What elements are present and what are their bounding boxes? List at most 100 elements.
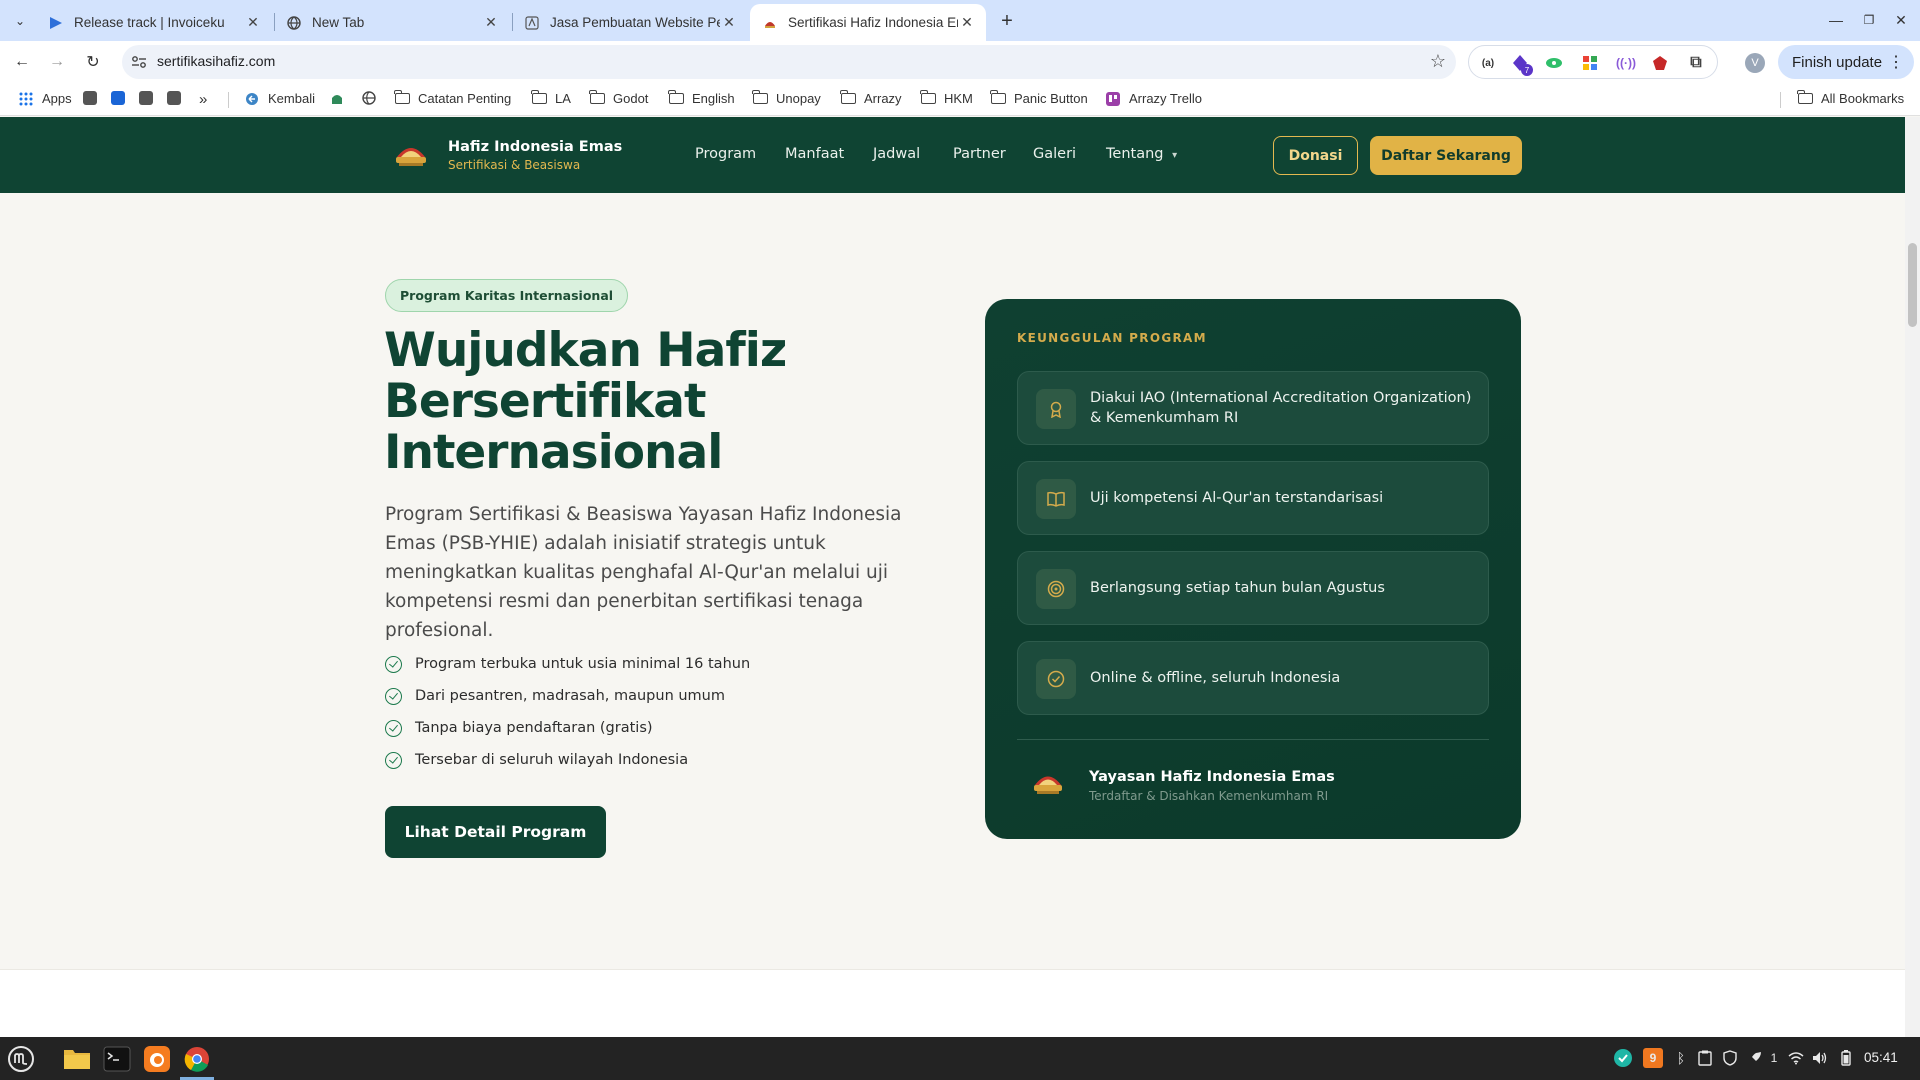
bookmark-star-icon[interactable]: ☆ (1430, 51, 1446, 72)
bookmark-panic-button[interactable]: Panic Button (989, 90, 1088, 106)
files-folder-icon[interactable] (60, 1042, 94, 1076)
profile-avatar[interactable]: V (1745, 53, 1765, 73)
bookmark-unopay[interactable]: Unopay (751, 90, 821, 106)
page-scrollbar[interactable] (1905, 117, 1920, 1037)
scrollbar-thumb[interactable] (1908, 243, 1917, 327)
donasi-button[interactable]: Donasi (1273, 136, 1358, 175)
brand-title[interactable]: Hafiz Indonesia Emas (448, 139, 622, 155)
folder-icon (919, 90, 936, 106)
hero-bullet-list: Program terbuka untuk usia minimal 16 ta… (385, 648, 750, 776)
bullet-item: Tersebar di seluruh wilayah Indonesia (385, 744, 750, 776)
clipboard-icon[interactable] (1695, 1048, 1715, 1068)
folder-icon (751, 90, 768, 106)
bookmark-kembali[interactable]: Kembali (244, 91, 315, 106)
feature-item: Online & offline, seluruh Indonesia (1017, 641, 1489, 715)
bluetooth-icon[interactable]: ᛒ (1671, 1048, 1691, 1068)
mosque-icon (329, 91, 345, 105)
nav-program[interactable]: Program (695, 146, 756, 162)
daftar-sekarang-button[interactable]: Daftar Sekarang (1370, 136, 1522, 175)
notification-count-badge[interactable]: 9 (1643, 1048, 1663, 1068)
bookmark-apps[interactable]: Apps (18, 91, 72, 106)
tab-title: New Tab (312, 15, 365, 30)
close-tab-icon[interactable]: ✕ (482, 14, 500, 32)
clock[interactable]: 05:41 (1864, 1050, 1898, 1065)
bookmark-hkm[interactable]: HKM (919, 90, 973, 106)
bookmark-gray-3[interactable] (167, 91, 181, 105)
chrome-icon[interactable] (180, 1042, 214, 1076)
update-manager-icon[interactable] (1613, 1048, 1633, 1068)
next-section (0, 969, 1905, 1037)
bookmark-arrazy-trello[interactable]: Arrazy Trello (1105, 91, 1202, 106)
bookmark-all-bookmarks[interactable]: All Bookmarks (1796, 90, 1904, 106)
bookmark-gray-2[interactable] (139, 91, 153, 105)
close-tab-icon[interactable]: ✕ (720, 14, 738, 32)
nav-galeri[interactable]: Galeri (1033, 146, 1076, 162)
extension-wave-icon[interactable]: ((·)) (1616, 54, 1636, 72)
reload-icon[interactable]: ↻ (81, 50, 105, 74)
tab-jasa-pembuatan[interactable]: Jasa Pembuatan Website Pe ✕ (512, 4, 748, 41)
nav-partner[interactable]: Partner (953, 146, 1006, 162)
close-tab-icon[interactable]: ✕ (244, 14, 262, 32)
forward-icon[interactable]: → (45, 50, 69, 74)
nav-jadwal[interactable]: Jadwal (873, 146, 920, 162)
program-badge: Program Karitas Internasional (385, 279, 629, 312)
bookmark-gray-1[interactable] (83, 91, 97, 105)
check-circle-icon (385, 655, 402, 673)
site-info-icon[interactable] (130, 53, 148, 71)
battery-icon[interactable] (1836, 1048, 1856, 1068)
finish-update-button[interactable]: Finish update ⋮ (1778, 45, 1914, 79)
kebab-menu-icon[interactable]: ⋮ (1888, 52, 1904, 72)
bookmark-globe[interactable] (361, 91, 385, 105)
bookmark-catatan-penting[interactable]: Catatan Penting (393, 90, 511, 106)
address-bar[interactable]: sertifikasihafiz.com ☆ (122, 45, 1456, 79)
extension-pinwheel-icon[interactable] (1581, 54, 1599, 72)
bookmark-english[interactable]: English (667, 90, 735, 106)
extension-red-icon[interactable] (1651, 54, 1669, 72)
terminal-icon[interactable] (100, 1042, 134, 1076)
wifi-icon[interactable] (1786, 1048, 1806, 1068)
close-tab-icon[interactable]: ✕ (958, 14, 976, 32)
volume-icon[interactable] (1810, 1048, 1830, 1068)
nav-tentang[interactable]: Tentang ▾ (1106, 146, 1177, 162)
bookmark-arrazy[interactable]: Arrazy (839, 90, 902, 106)
new-tab-button[interactable]: + (994, 8, 1020, 34)
close-window-icon[interactable]: ✕ (1889, 8, 1913, 32)
firefox-icon[interactable] (140, 1042, 174, 1076)
bookmark-godot[interactable]: Godot (588, 90, 648, 106)
nav-tentang-label: Tentang (1106, 146, 1164, 162)
kembali-icon (244, 92, 260, 106)
extension-bracket-icon[interactable]: (a) (1479, 54, 1497, 72)
rocket-icon[interactable] (1745, 1048, 1765, 1068)
check-circle-icon (1036, 659, 1076, 699)
bullet-item: Tanpa biaya pendaftaran (gratis) (385, 712, 750, 744)
feature-text: Uji kompetensi Al-Qur'an terstandarisasi (1090, 490, 1384, 506)
tab-release-track[interactable]: Release track | Invoiceku ✕ (36, 4, 272, 41)
back-icon[interactable]: ← (10, 50, 34, 74)
mint-menu-icon[interactable] (4, 1042, 38, 1076)
bookmark-label: Apps (42, 91, 72, 106)
bookmark-blue[interactable] (111, 91, 125, 105)
feature-text: Berlangsung setiap tahun bulan Agustus (1090, 580, 1385, 596)
os-taskbar: 9 ᛒ 1 05:41 (0, 1037, 1920, 1080)
bookmark-mosque[interactable] (329, 91, 353, 105)
bookmark-label: Kembali (268, 91, 315, 106)
nav-manfaat[interactable]: Manfaat (785, 146, 844, 162)
bookmarks-overflow-icon[interactable]: » (199, 91, 207, 108)
extensions-puzzle-icon[interactable]: ⧉ (1687, 54, 1705, 72)
folder-icon (989, 90, 1006, 106)
minimize-icon[interactable]: — (1824, 8, 1848, 32)
tab-new-tab[interactable]: New Tab ✕ (274, 4, 510, 41)
check-circle-icon (385, 719, 402, 737)
restore-icon[interactable]: ❐ (1857, 8, 1881, 32)
apps-grid-icon (18, 92, 34, 106)
book-icon (1036, 479, 1076, 519)
tab-search-chevron-icon[interactable]: ⌄ (8, 9, 32, 33)
tab-sertifikasi-hafiz[interactable]: Sertifikasi Hafiz Indonesia Er ✕ (750, 4, 986, 41)
lihat-detail-program-button[interactable]: Lihat Detail Program (385, 806, 606, 858)
extension-green-eye-icon[interactable] (1545, 54, 1563, 72)
bookmark-la[interactable]: LA (530, 90, 571, 106)
url-text: sertifikasihafiz.com (157, 53, 276, 69)
hafiz-logo-icon[interactable] (393, 137, 429, 169)
organization-name: Yayasan Hafiz Indonesia Emas (1089, 769, 1335, 785)
shield-icon[interactable] (1720, 1048, 1740, 1068)
